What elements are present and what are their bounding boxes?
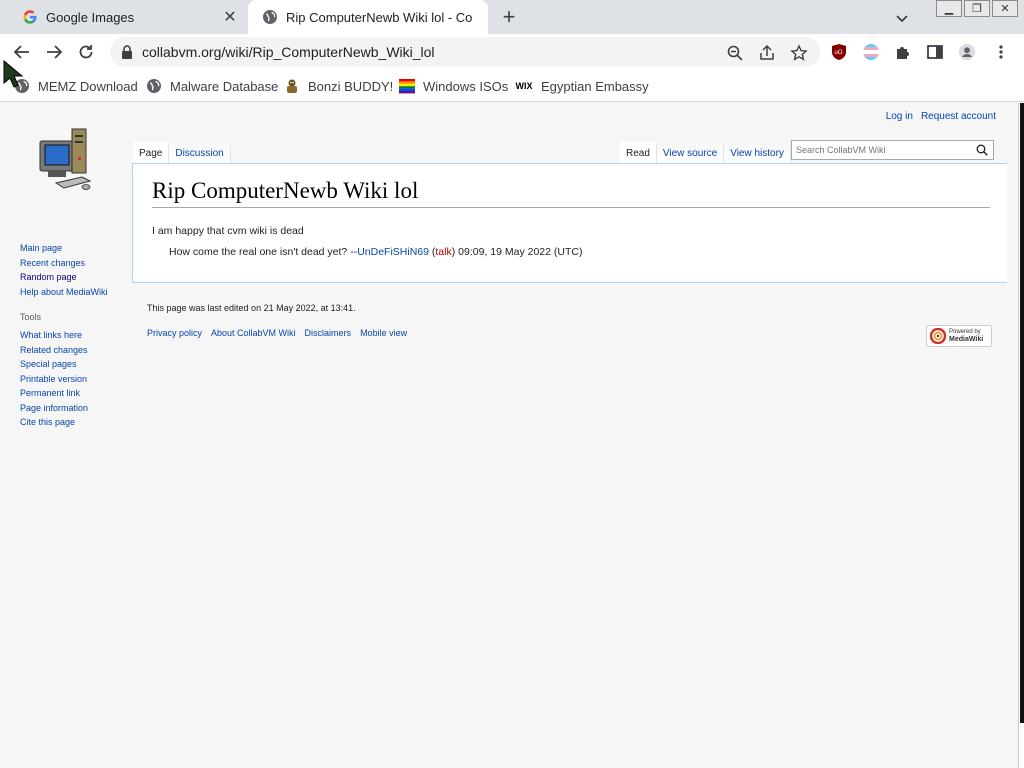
reply-paragraph: How come the real one isn't dead yet? --… — [169, 246, 583, 258]
mediawiki-flower-icon — [930, 328, 946, 344]
window-right-edge — [1018, 103, 1024, 768]
bookmark-label: Bonzi BUDDY! — [308, 78, 394, 94]
lock-icon[interactable] — [120, 44, 134, 60]
bookmark-windows-isos[interactable]: Windows ISOs — [399, 76, 508, 96]
tab-title: Google Images — [46, 9, 135, 25]
close-icon[interactable]: ✕ — [220, 7, 240, 27]
mouse-cursor-icon — [3, 59, 25, 90]
footer-links: Privacy policy About CollabVM Wiki Discl… — [147, 328, 407, 338]
google-g-icon — [22, 9, 38, 25]
side-panel-icon[interactable] — [926, 43, 944, 61]
footer-mobile-view[interactable]: Mobile view — [360, 328, 407, 338]
windows-flag-icon — [399, 78, 415, 94]
bookmark-bonzi-buddy[interactable]: Bonzi BUDDY! — [284, 76, 393, 96]
menu-kebab-icon[interactable] — [992, 43, 1010, 61]
last-edited-info: This page was last edited on 21 May 2022… — [147, 303, 356, 313]
tools-heading: Tools — [20, 312, 42, 322]
tool-special-pages[interactable]: Special pages — [20, 357, 88, 372]
nav-main-page[interactable]: Main page — [20, 241, 108, 256]
mediawiki-label: MediaWiki — [949, 336, 984, 343]
browser-toolbar: collabvm.org/wiki/Rip_ComputerNewb_Wiki_… — [0, 34, 1024, 70]
footer-disclaimers[interactable]: Disclaimers — [305, 328, 352, 338]
address-bar[interactable]: collabvm.org/wiki/Rip_ComputerNewb_Wiki_… — [110, 37, 820, 67]
tab-strip: Google Images ✕ Rip ComputerNewb Wiki lo… — [0, 0, 1024, 34]
svg-text:uO: uO — [835, 50, 843, 56]
nav-random-page[interactable]: Random page — [20, 270, 108, 285]
wiki-search-input[interactable]: Search CollabVM Wiki — [791, 140, 994, 160]
zoom-icon[interactable] — [726, 44, 744, 62]
footer-privacy-policy[interactable]: Privacy policy — [147, 328, 202, 338]
tab-collabvm-wiki[interactable]: Rip ComputerNewb Wiki lol - Co — [248, 0, 488, 34]
reload-icon[interactable] — [74, 40, 98, 64]
share-icon[interactable] — [758, 44, 776, 62]
chevron-down-icon[interactable] — [892, 8, 912, 28]
view-tabs: Read View source View history — [620, 142, 791, 163]
footer-about[interactable]: About CollabVM Wiki — [211, 328, 296, 338]
restore-icon[interactable]: ❐ — [964, 0, 990, 17]
bookmark-label: MEMZ Download — [38, 78, 138, 94]
close-window-icon[interactable]: ✕ — [992, 0, 1018, 17]
puzzle-icon[interactable] — [894, 43, 912, 61]
star-icon[interactable] — [790, 44, 808, 62]
bookmark-label: Windows ISOs — [423, 78, 509, 94]
content-area: Rip ComputerNewb Wiki lol I am happy tha… — [132, 163, 1007, 283]
forward-arrow-icon[interactable] — [42, 40, 66, 64]
tool-permanent-link[interactable]: Permanent link — [20, 386, 88, 401]
tool-what-links-here[interactable]: What links here — [20, 328, 88, 343]
url-text[interactable]: collabvm.org/wiki/Rip_ComputerNewb_Wiki_… — [142, 44, 435, 60]
tool-cite-this-page[interactable]: Cite this page — [20, 415, 88, 430]
globe-icon — [146, 78, 162, 94]
bookmark-egyptian-embassy[interactable]: WIX Egyptian Embassy — [515, 76, 649, 96]
namespace-tabs: Page Discussion — [133, 142, 231, 163]
talk-link[interactable]: talk — [435, 246, 451, 258]
tab-page[interactable]: Page — [133, 142, 170, 163]
trans-flag-icon[interactable] — [862, 43, 880, 61]
search-placeholder: Search CollabVM Wiki — [796, 145, 886, 155]
tool-page-information[interactable]: Page information — [20, 401, 88, 416]
tool-related-changes[interactable]: Related changes — [20, 343, 88, 358]
bookmarks-bar: MEMZ Download Malware Database Bonzi BUD… — [0, 70, 1024, 102]
login-link[interactable]: Log in — [886, 111, 913, 122]
signature-time: 09:09, 19 May 2022 (UTC) — [458, 246, 583, 258]
request-account-link[interactable]: Request account — [921, 111, 996, 122]
reply-text: How come the real one isn't dead yet? -- — [169, 246, 358, 258]
personal-tools: Log in Request account — [886, 111, 996, 122]
user-link[interactable]: UnDeFiSHiN69 — [357, 246, 429, 258]
bookmark-malware-database[interactable]: Malware Database — [146, 76, 278, 96]
tab-view-source[interactable]: View source — [656, 142, 725, 163]
bookmark-label: Egyptian Embassy — [541, 78, 649, 94]
computer-logo-icon[interactable] — [34, 127, 98, 197]
nav-recent-changes[interactable]: Recent changes — [20, 256, 108, 271]
edge-bar — [1020, 103, 1024, 723]
wix-icon: WIX — [515, 81, 533, 91]
tools-portal: What links here Related changes Special … — [20, 328, 88, 430]
tab-title: Rip ComputerNewb Wiki lol - Co — [286, 9, 473, 25]
powered-by-label: Powered by — [949, 329, 981, 335]
profile-avatar-icon[interactable] — [958, 43, 976, 61]
tab-discussion[interactable]: Discussion — [169, 142, 231, 163]
navigation-portal: Main page Recent changes Random page Hel… — [20, 241, 108, 299]
tab-view-history[interactable]: View history — [724, 142, 791, 163]
powered-by-text: Powered by MediaWiki — [949, 329, 983, 343]
nav-help[interactable]: Help about MediaWiki — [20, 285, 108, 300]
new-tab-icon[interactable]: + — [498, 6, 520, 29]
tab-read[interactable]: Read — [620, 142, 657, 163]
search-icon[interactable] — [976, 144, 988, 156]
bookmark-label: Malware Database — [170, 78, 279, 94]
wiki-page: Log in Request account Main page Recent … — [0, 103, 1018, 768]
ublock-icon[interactable]: uO — [830, 43, 848, 61]
tab-google-images[interactable]: Google Images ✕ — [8, 0, 248, 34]
bonzi-icon — [284, 78, 300, 94]
page-title: Rip ComputerNewb Wiki lol — [152, 178, 990, 208]
minimize-icon[interactable]: ▁ — [936, 0, 962, 17]
bookmark-memz[interactable]: MEMZ Download — [14, 76, 138, 96]
window-controls: ▁ ❐ ✕ — [934, 0, 1018, 18]
tool-printable-version[interactable]: Printable version — [20, 372, 88, 387]
powered-by-mediawiki-badge[interactable]: Powered by MediaWiki — [926, 325, 992, 347]
globe-icon — [262, 9, 278, 25]
body-paragraph: I am happy that cvm wiki is dead — [152, 225, 304, 237]
